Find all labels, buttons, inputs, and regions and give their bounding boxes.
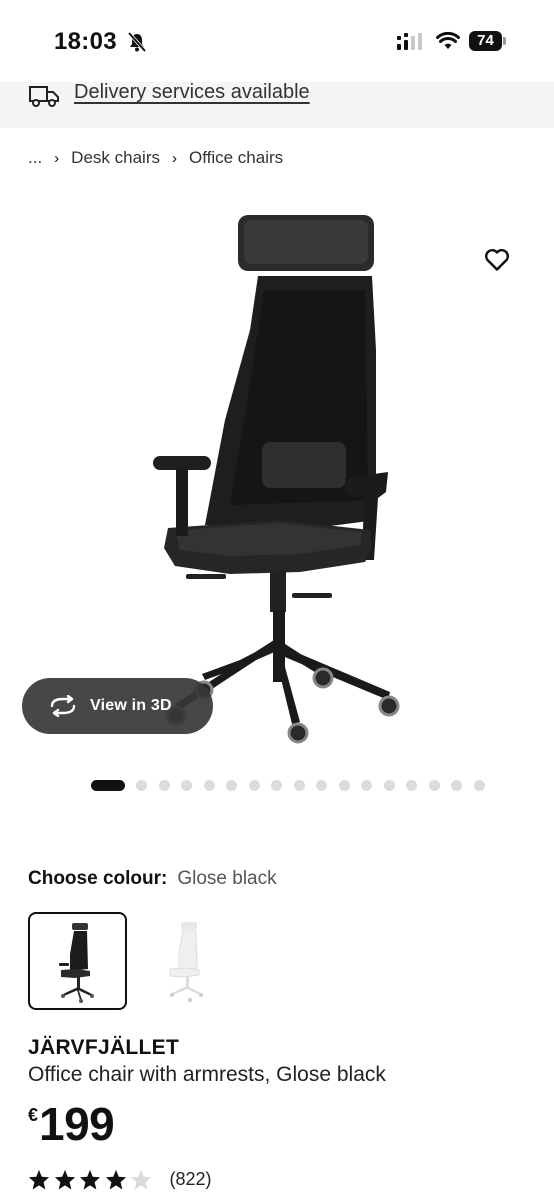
chevron-right-icon: › xyxy=(171,149,177,167)
carousel-dot[interactable] xyxy=(338,779,350,791)
breadcrumb-ellipsis[interactable]: ... xyxy=(28,148,42,168)
wifi-icon xyxy=(436,31,460,49)
delivery-banner: Delivery services available xyxy=(0,82,554,128)
product-description: Office chair with armrests, Glose black xyxy=(28,1063,386,1086)
view-in-3d-label: View in 3D xyxy=(90,697,172,714)
carousel-dot[interactable] xyxy=(383,779,395,791)
carousel-dot[interactable] xyxy=(316,779,327,791)
star-filled-icon xyxy=(105,1169,126,1190)
carousel-dot[interactable] xyxy=(271,779,282,791)
colour-chooser: Choose colour: Glose black xyxy=(28,868,277,890)
carousel-dot[interactable] xyxy=(361,779,372,791)
colour-swatch-black[interactable] xyxy=(28,912,127,1010)
star-filled-icon xyxy=(28,1169,50,1190)
breadcrumb-item-desk-chairs[interactable]: Desk chairs xyxy=(71,148,160,168)
product-rating[interactable]: (822) xyxy=(28,1169,212,1190)
price-currency: € xyxy=(28,1105,39,1125)
black-chair-thumbnail xyxy=(59,923,94,1003)
delivery-truck-icon xyxy=(29,86,59,107)
star-empty-icon xyxy=(130,1169,152,1190)
review-count[interactable]: (822) xyxy=(170,1169,212,1190)
status-time: 18:03 xyxy=(54,28,117,55)
chevron-right-icon: › xyxy=(54,149,60,167)
carousel-indicator[interactable] xyxy=(91,779,496,791)
carousel-dot[interactable] xyxy=(226,779,237,791)
cellular-signal-icon xyxy=(397,33,422,50)
carousel-dot[interactable] xyxy=(473,779,485,791)
favourite-button[interactable] xyxy=(482,246,512,274)
carousel-dot[interactable] xyxy=(203,779,215,791)
price-value: 199 xyxy=(39,1098,115,1150)
battery-level: 74 xyxy=(469,31,502,51)
carousel-dot[interactable] xyxy=(406,779,417,791)
carousel-dot[interactable] xyxy=(158,779,170,791)
colour-swatch-white[interactable] xyxy=(150,912,249,1010)
carousel-dot[interactable] xyxy=(181,779,192,791)
carousel-dot[interactable] xyxy=(248,779,260,791)
star-filled-icon xyxy=(79,1169,101,1190)
heart-outline-icon xyxy=(485,249,509,271)
product-price: € 199 xyxy=(28,1098,115,1150)
rotate-3d-icon xyxy=(50,695,76,717)
status-bar: 18:03 74 xyxy=(0,0,554,82)
choose-colour-label: Choose colour: xyxy=(28,868,168,889)
carousel-dot[interactable] xyxy=(451,779,462,791)
breadcrumb: ... › Desk chairs › Office chairs xyxy=(28,146,283,170)
star-filled-icon xyxy=(54,1169,75,1190)
selected-colour-value: Glose black xyxy=(177,868,277,889)
carousel-dot[interactable] xyxy=(293,779,305,791)
white-chair-thumbnail xyxy=(169,922,203,1002)
rating-stars xyxy=(28,1169,156,1190)
battery-indicator: 74 xyxy=(469,31,506,51)
product-name[interactable]: JÄRVFJÄLLET xyxy=(28,1036,179,1060)
carousel-dot[interactable] xyxy=(428,779,440,791)
carousel-dot[interactable] xyxy=(136,779,147,791)
battery-tip xyxy=(503,37,506,45)
breadcrumb-item-office-chairs[interactable]: Office chairs xyxy=(189,148,283,168)
bell-slash-icon xyxy=(127,31,147,53)
carousel-dot-active[interactable] xyxy=(91,779,125,791)
view-in-3d-button[interactable]: View in 3D xyxy=(22,678,213,734)
delivery-services-link[interactable]: Delivery services available xyxy=(74,82,310,102)
